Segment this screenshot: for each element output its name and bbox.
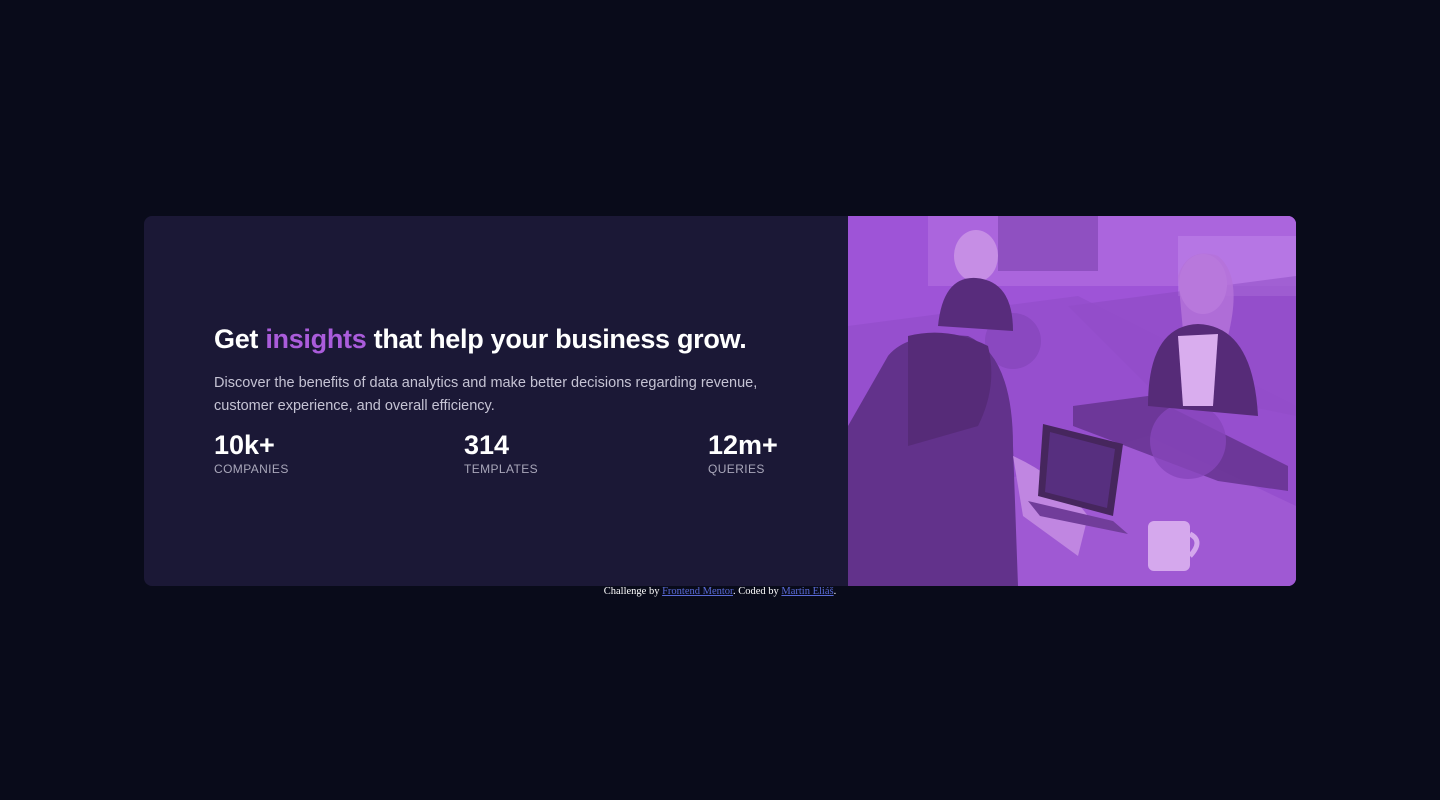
card-text-column: Get insights that help your business gro…	[144, 216, 848, 586]
stat-label: COMPANIES	[214, 462, 289, 476]
stat-value: 314	[464, 430, 510, 460]
office-photo-illustration	[848, 216, 1296, 586]
attribution-middle: . Coded by	[732, 586, 782, 597]
stat-label: TEMPLATES	[464, 462, 539, 476]
stat-value: 10k+	[214, 430, 275, 460]
stat-templates: 314 TEMPLATES	[464, 430, 538, 476]
attribution: Challenge by Frontend Mentor. Coded by M…	[0, 586, 1440, 597]
headline-prefix: Get	[214, 324, 266, 354]
stat-label: QUERIES	[708, 462, 765, 476]
stat-companies: 10k+ COMPANIES	[214, 430, 289, 476]
headline-accent: insights	[265, 324, 367, 354]
stat-queries: 12m+ QUERIES	[708, 430, 778, 476]
frontend-mentor-link[interactable]: Frontend Mentor	[662, 586, 733, 597]
description: Discover the benefits of data analytics …	[214, 375, 758, 414]
attribution-prefix: Challenge by	[603, 586, 663, 597]
attribution-suffix: .	[833, 586, 837, 597]
author-link[interactable]: Martin Eliáš	[781, 586, 833, 597]
header-image	[848, 216, 1296, 586]
headline: Get insights that help your business gro…	[214, 324, 747, 355]
stats-card: Get insights that help your business gro…	[144, 216, 1296, 586]
stat-value: 12m+	[708, 430, 778, 460]
headline-suffix: that help your business grow.	[366, 324, 747, 354]
